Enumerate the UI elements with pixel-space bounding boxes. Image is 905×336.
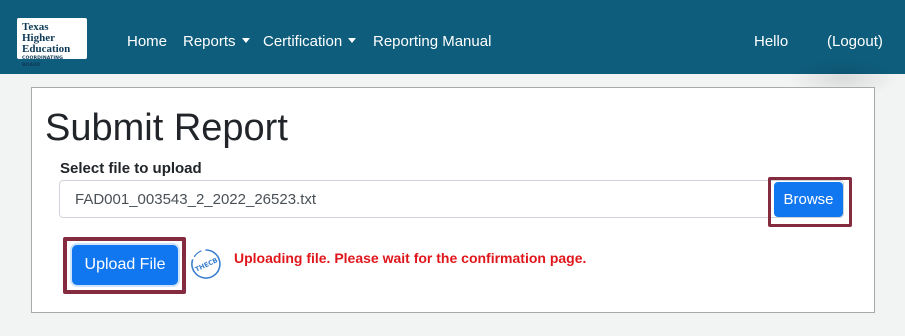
nav-reports-dropdown[interactable]: Reports — [183, 33, 250, 51]
thecb-logo[interactable]: Texas Higher Education COORDINATING BOAR… — [17, 18, 87, 68]
file-upload-label: Select file to upload — [60, 160, 202, 177]
browse-button[interactable]: Browse — [774, 182, 843, 217]
spinner-label: THECB — [194, 256, 219, 273]
logo-line-2: Education — [22, 43, 71, 55]
loading-spinner-icon: THECB — [191, 249, 221, 279]
greeting-text: Hello — [754, 33, 789, 50]
chevron-down-icon — [241, 38, 250, 43]
upload-file-button[interactable]: Upload File — [72, 245, 178, 285]
nav-certification-label: Certification — [263, 33, 343, 50]
logo-line-3: COORDINATING BOARD — [22, 56, 63, 68]
upload-status-message: Uploading file. Please wait for the conf… — [234, 250, 587, 266]
nav-home[interactable]: Home — [127, 33, 167, 51]
file-path-value: FAD001_003543_2_2022_26523.txt — [75, 191, 317, 208]
nav-reporting-manual[interactable]: Reporting Manual — [373, 33, 491, 51]
logo-line-1: Texas Higher — [22, 21, 55, 44]
nav-certification-dropdown[interactable]: Certification — [263, 33, 357, 51]
file-path-field[interactable]: FAD001_003543_2_2022_26523.txt — [59, 180, 844, 218]
page-title: Submit Report — [45, 107, 288, 149]
top-navbar: Texas Higher Education COORDINATING BOAR… — [0, 0, 905, 74]
chevron-down-icon — [348, 38, 357, 43]
logout-link[interactable]: (Logout) — [827, 33, 883, 51]
nav-reports-label: Reports — [183, 33, 236, 50]
